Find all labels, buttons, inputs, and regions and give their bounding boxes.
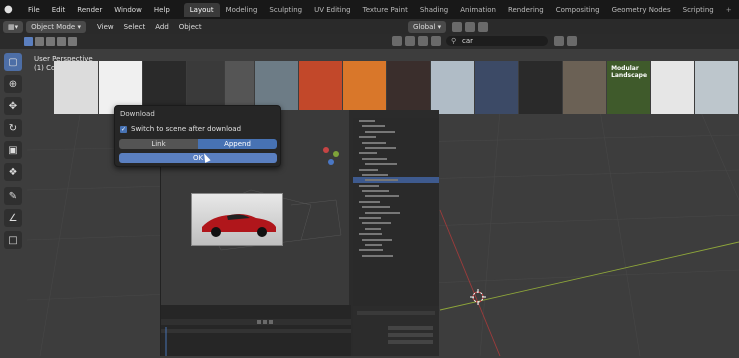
measure-icon[interactable]: ∠ xyxy=(4,209,22,227)
tab-geometry-nodes[interactable]: Geometry Nodes xyxy=(606,3,677,17)
asset-browser-header: ⚲ car xyxy=(392,36,580,46)
header-right: Global ▾ xyxy=(405,21,491,33)
select-subtract-icon[interactable] xyxy=(46,37,55,46)
append-button[interactable]: Append xyxy=(198,139,277,149)
tab-modeling[interactable]: Modeling xyxy=(220,3,264,17)
menu-object[interactable]: Object xyxy=(174,23,207,31)
asset-thumbnail[interactable] xyxy=(563,61,607,114)
top-bar: ● File Edit Render Window Help Layout Mo… xyxy=(0,0,739,19)
tab-rendering[interactable]: Rendering xyxy=(502,3,550,17)
download-dialog: Download ✓ Switch to scene after downloa… xyxy=(114,105,281,167)
selection-mode-icons xyxy=(24,37,79,46)
rotate-icon[interactable]: ↻ xyxy=(4,119,22,137)
asset-thumbnail[interactable] xyxy=(651,61,694,114)
inner-outliner xyxy=(353,118,439,306)
tab-animation[interactable]: Animation xyxy=(454,3,502,17)
outliner-row[interactable] xyxy=(353,253,439,258)
menu-edit[interactable]: Edit xyxy=(46,6,72,14)
viewport-header: ▦▾ Object Mode ▾ View Select Add Object … xyxy=(0,19,739,34)
tab-layout[interactable]: Layout xyxy=(183,2,220,17)
asset-thumbnail[interactable] xyxy=(695,61,738,114)
car-icon xyxy=(202,214,276,237)
pivot-icon[interactable] xyxy=(452,22,463,32)
inner-properties xyxy=(353,306,439,356)
menu-view[interactable]: View xyxy=(92,23,119,31)
menu-add[interactable]: Add xyxy=(150,23,174,31)
options-icon[interactable] xyxy=(567,36,577,46)
tool-shelf: ▢ ⊕ ✥ ↻ ▣ ❖ ✎ ∠ □ xyxy=(0,53,27,253)
asset-thumbnail[interactable] xyxy=(519,61,563,114)
asset-thumbnail[interactable] xyxy=(343,61,387,114)
hdri-icon[interactable] xyxy=(418,36,428,46)
y-axis-line xyxy=(439,209,501,356)
search-value: car xyxy=(462,37,474,45)
menu-select[interactable]: Select xyxy=(119,23,151,31)
menu-file[interactable]: File xyxy=(22,6,46,14)
tab-scripting[interactable]: Scripting xyxy=(677,3,720,17)
editor-type-button[interactable]: ▦▾ xyxy=(3,20,24,33)
asset-thumbnail[interactable] xyxy=(299,61,343,114)
select-new-icon[interactable] xyxy=(24,37,33,46)
select-intersect-icon[interactable] xyxy=(68,37,77,46)
cursor-icon[interactable]: ⊕ xyxy=(4,75,22,93)
asset-thumbnail[interactable] xyxy=(431,61,475,114)
asset-thumbnail[interactable] xyxy=(387,61,431,114)
tab-shading[interactable]: Shading xyxy=(414,3,454,17)
proportional-edit-icon[interactable] xyxy=(478,22,489,32)
thumbnail-label: Modular Landscape xyxy=(611,65,648,79)
dialog-title: Download xyxy=(120,110,155,118)
blender-logo-icon[interactable]: ● xyxy=(4,4,20,16)
add-cube-icon[interactable]: □ xyxy=(4,231,22,249)
menu-render[interactable]: Render xyxy=(71,6,108,14)
asset-thumbnail[interactable]: Modular Landscape xyxy=(607,61,651,114)
inner-timeline xyxy=(161,305,351,356)
tab-compositing[interactable]: Compositing xyxy=(550,3,606,17)
annotate-icon[interactable]: ✎ xyxy=(4,187,22,205)
checkmark-icon: ✓ xyxy=(120,125,127,133)
car-preview-image xyxy=(191,193,283,246)
move-icon[interactable]: ✥ xyxy=(4,97,22,115)
tab-uv-editing[interactable]: UV Editing xyxy=(308,3,357,17)
viewport-menu: View Select Add Object xyxy=(92,23,207,31)
filter-icon[interactable] xyxy=(392,36,402,46)
menu-help[interactable]: Help xyxy=(148,6,176,14)
checkbox-label: Switch to scene after download xyxy=(131,125,242,133)
select-invert-icon[interactable] xyxy=(57,37,66,46)
mode-dropdown[interactable]: Object Mode ▾ xyxy=(26,20,86,33)
tab-texture-paint[interactable]: Texture Paint xyxy=(357,3,414,17)
tab-sculpting[interactable]: Sculpting xyxy=(263,3,308,17)
ok-button[interactable]: OK xyxy=(119,153,277,163)
main-menu: File Edit Render Window Help xyxy=(22,6,176,14)
material-icon[interactable] xyxy=(405,36,415,46)
orientation-dropdown[interactable]: Global ▾ xyxy=(408,21,447,33)
transform-icon[interactable]: ❖ xyxy=(4,163,22,181)
workspace-tabs: Layout Modeling Sculpting UV Editing Tex… xyxy=(183,2,738,17)
search-input[interactable]: ⚲ car xyxy=(446,36,548,46)
snap-icon[interactable] xyxy=(465,22,476,32)
select-box-icon[interactable]: ▢ xyxy=(4,53,22,71)
tool-header: ⚲ car xyxy=(0,34,739,49)
switch-scene-checkbox[interactable]: ✓ Switch to scene after download xyxy=(120,125,241,133)
asset-thumbnail[interactable] xyxy=(54,61,98,114)
scale-icon[interactable]: ▣ xyxy=(4,141,22,159)
model-icon[interactable] xyxy=(431,36,441,46)
search-icon: ⚲ xyxy=(451,37,457,45)
menu-window[interactable]: Window xyxy=(108,6,148,14)
add-workspace-icon[interactable]: + xyxy=(720,3,738,17)
link-button[interactable]: Link xyxy=(119,139,198,149)
view-toggle-icon[interactable] xyxy=(554,36,564,46)
mode-label: Object Mode xyxy=(31,22,76,31)
x-axis-line xyxy=(439,241,739,311)
orientation-label: Global xyxy=(413,23,436,31)
link-append-toggle: Link Append xyxy=(119,139,277,149)
asset-thumbnail[interactable] xyxy=(475,61,519,114)
select-extend-icon[interactable] xyxy=(35,37,44,46)
3d-cursor-icon xyxy=(470,289,486,305)
